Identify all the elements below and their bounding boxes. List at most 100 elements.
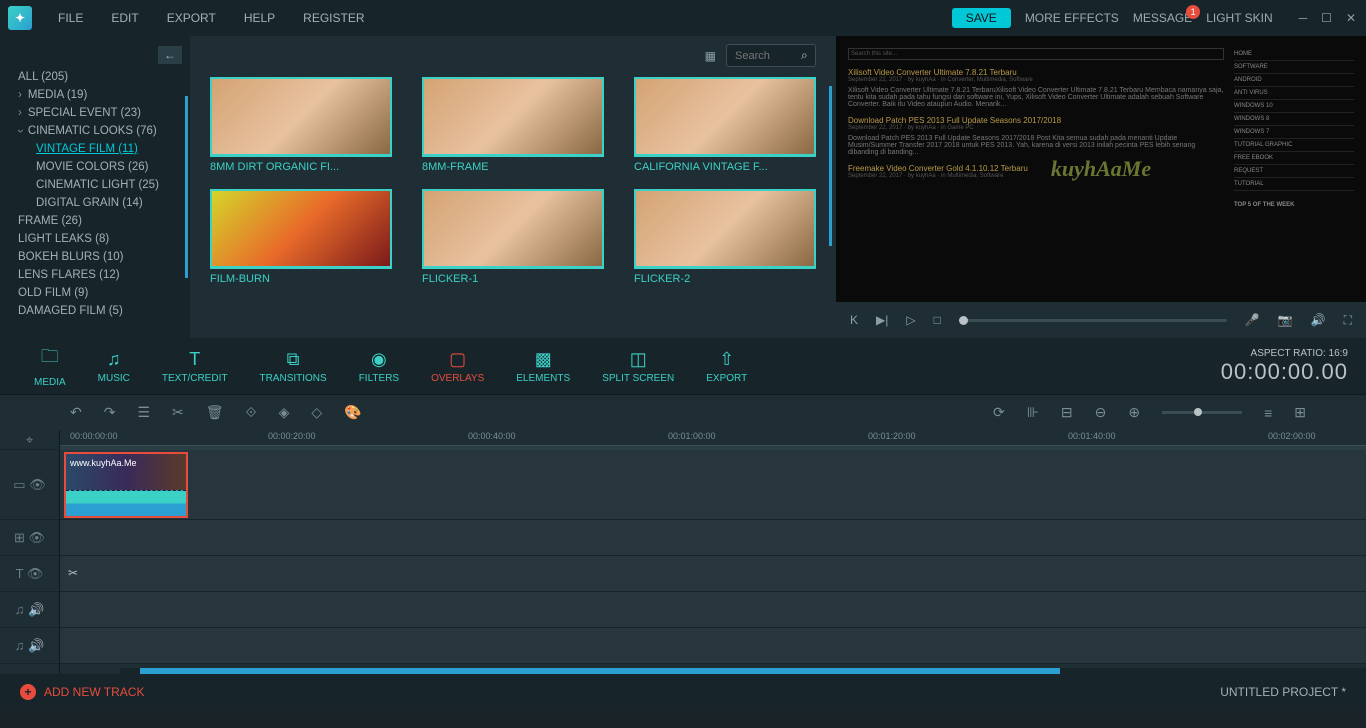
window-close-icon[interactable]: ✕ [1344,9,1358,27]
cat-damaged-film[interactable]: DAMAGED FILM (5) [0,302,190,320]
next-frame-button[interactable]: ▶| [876,313,888,327]
window-minimize-icon[interactable]: ─ [1297,9,1310,27]
cat-lens-flares[interactable]: LENS FLARES (12) [0,266,190,284]
overlay-track[interactable] [60,520,1366,556]
fullscreen-icon[interactable]: ⛶ [1344,313,1352,328]
effect-thumb[interactable]: FLICKER-2 [634,189,816,285]
video-clip[interactable]: www.kuyhAa.Me [64,452,188,518]
play-button[interactable]: ▷ [906,313,915,327]
video-track-head[interactable]: ▭ 👁 [0,450,59,520]
menu-edit[interactable]: EDIT [97,3,152,33]
redo-icon[interactable]: ↷ [104,404,116,421]
effect-thumb[interactable]: FILM-BURN [210,189,392,285]
cut-icon[interactable]: ✂ [172,404,184,421]
tab-split-screen[interactable]: ◫SPLIT SCREEN [586,349,690,384]
cat-light-leaks[interactable]: LIGHT LEAKS (8) [0,230,190,248]
message-link[interactable]: MESSAGE1 [1133,11,1192,25]
grid-icon[interactable]: ⊞ [1294,404,1306,421]
menu-register[interactable]: REGISTER [289,3,378,33]
undo-icon[interactable]: ↶ [70,404,82,421]
menu-export[interactable]: EXPORT [153,3,230,33]
grid-view-icon[interactable]: ▦ [705,49,716,63]
cat-special-event[interactable]: SPECIAL EVENT (23) [0,104,190,122]
preview-sidebar-links: HOMESOFTWAREANDROID ANTI VIRUSWINDOWS 10… [1234,48,1354,290]
timeline-ruler[interactable]: 00:00:00:00 00:00:20:00 00:00:40:00 00:0… [60,430,1366,446]
audio-track-2[interactable] [60,628,1366,664]
text-track-head[interactable]: T 👁 [0,556,59,592]
zoom-out-icon[interactable]: ⊖ [1095,404,1107,421]
text-icon: T [189,349,200,370]
video-track[interactable]: www.kuyhAa.Me [60,450,1366,520]
zoom-slider[interactable] [1162,411,1242,414]
crop-icon[interactable]: ⟐ [246,404,257,421]
settings-icon[interactable]: ☰ [137,404,150,421]
more-effects-link[interactable]: MORE EFFECTS [1025,11,1119,25]
cat-cinematic-looks[interactable]: CINEMATIC LOOKS (76) [0,122,190,140]
snapshot-icon[interactable]: 📷 [1278,313,1293,327]
voiceover-icon[interactable]: 🎤 [1245,313,1260,327]
effect-icon[interactable]: ◈ [279,404,290,421]
tracks-area[interactable]: 00:00:00:00 00:00:20:00 00:00:40:00 00:0… [60,430,1366,674]
cat-movie-colors[interactable]: MOVIE COLORS (26) [0,158,190,176]
search-icon[interactable]: ⌕ [801,48,808,63]
audio-track-1[interactable] [60,592,1366,628]
zoom-fit-icon[interactable]: ⊟ [1061,404,1073,421]
cat-vintage-film[interactable]: VINTAGE FILM (11) [0,140,190,158]
tab-transitions[interactable]: ⧉TRANSITIONS [243,349,342,384]
volume-icon[interactable]: 🔊 [1311,313,1326,327]
playback-slider[interactable] [959,319,1227,322]
light-skin-link[interactable]: LIGHT SKIN [1206,11,1272,25]
marker-icon[interactable]: ⊪ [1027,404,1039,421]
window-maximize-icon[interactable]: ☐ [1319,9,1334,27]
sidebar-back-button[interactable]: ← [158,46,182,64]
timeline-toolbar: ↶ ↷ ☰ ✂ 🗑 ⟐ ◈ ◇ 🎨 ⟳ ⊪ ⊟ ⊖ ⊕ ≡ ⊞ [0,394,1366,430]
cat-all[interactable]: ALL (205) [0,68,190,86]
menu-help[interactable]: HELP [230,3,289,33]
search-input[interactable] [735,50,795,62]
filters-icon: ◉ [371,349,387,370]
tab-filters[interactable]: ◉FILTERS [343,349,415,384]
sidebar-scrollbar[interactable] [185,96,188,278]
tab-music[interactable]: ♫MUSIC [82,349,146,384]
menu-file[interactable]: FILE [44,3,97,33]
project-name-label: UNTITLED PROJECT * [1220,685,1346,699]
tab-media[interactable]: 🗀MEDIA [18,344,82,388]
cat-bokeh-blurs[interactable]: BOKEH BLURS (10) [0,248,190,266]
text-track[interactable]: ✂ [60,556,1366,592]
cat-digital-grain[interactable]: DIGITAL GRAIN (14) [0,194,190,212]
zoom-in-icon[interactable]: ⊕ [1128,404,1140,421]
gallery-scrollbar[interactable] [829,86,832,246]
cat-old-film[interactable]: OLD FILM (9) [0,284,190,302]
tab-elements[interactable]: ▩ELEMENTS [500,349,586,384]
effect-thumb[interactable]: FLICKER-1 [422,189,604,285]
cat-frame[interactable]: FRAME (26) [0,212,190,230]
tab-overlays[interactable]: ▢OVERLAYS [415,349,500,384]
keyframe-icon[interactable]: ◇ [311,404,322,421]
cat-media[interactable]: MEDIA (19) [0,86,190,104]
timeline-scrollbar[interactable] [120,668,1366,674]
timeline: ⌖ ▭ 👁 ⊞ 👁 T 👁 ♫ 🔊 ♫ 🔊 00:00:00:00 00:00:… [0,430,1366,674]
overlay-track-head[interactable]: ⊞ 👁 [0,520,59,556]
color-icon[interactable]: 🎨 [344,404,361,421]
effect-thumb[interactable]: 8MM DIRT ORGANIC FI... [210,77,392,173]
add-track-button[interactable]: + ADD NEW TRACK [20,684,144,700]
save-button[interactable]: SAVE [952,8,1011,28]
prev-frame-button[interactable]: K [850,313,858,327]
preview-controls: K ▶| ▷ □ 🎤 📷 🔊 ⛶ [836,302,1366,338]
audio-track-head-2[interactable]: ♫ 🔊 [0,628,59,664]
preview-search: Search this site... [848,48,1224,60]
effect-thumb[interactable]: 8MM-FRAME [422,77,604,173]
search-box[interactable]: ⌕ [726,44,816,67]
audio-track-head-1[interactable]: ♫ 🔊 [0,592,59,628]
stop-button[interactable]: □ [934,313,941,327]
ruler-head: ⌖ [0,430,59,450]
delete-icon[interactable]: 🗑 [206,404,224,421]
effect-thumb[interactable]: CALIFORNIA VINTAGE F... [634,77,816,173]
tab-text[interactable]: TTEXT/CREDIT [146,349,244,384]
cat-cinematic-light[interactable]: CINEMATIC LIGHT (25) [0,176,190,194]
render-icon[interactable]: ⟳ [993,404,1005,421]
clip-label: www.kuyhAa.Me [66,454,186,490]
top-menubar: ✦ FILE EDIT EXPORT HELP REGISTER SAVE MO… [0,0,1366,36]
list-icon[interactable]: ≡ [1264,405,1272,421]
tab-export[interactable]: ⇧EXPORT [690,349,763,384]
